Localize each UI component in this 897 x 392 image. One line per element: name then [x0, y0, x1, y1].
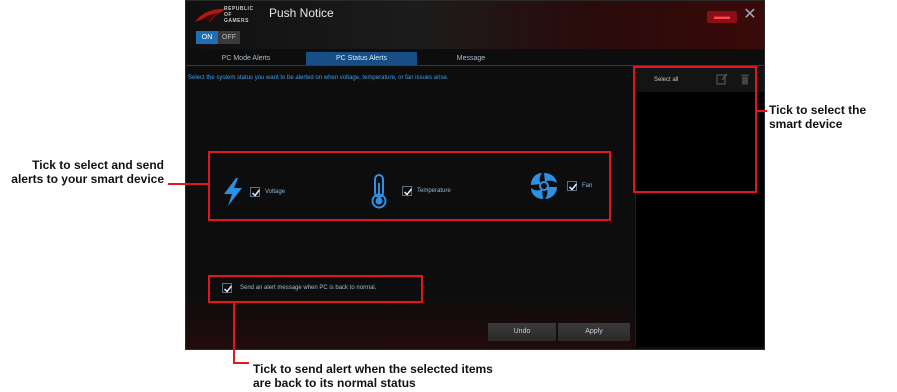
logo-line-2: GAMERS — [224, 18, 249, 24]
undo-button[interactable]: Undo — [488, 323, 556, 341]
instruction-text: Select the system status you want to be … — [188, 75, 449, 81]
close-button[interactable]: ✕ — [742, 7, 758, 23]
rog-logo-text: REPUBLIC OF GAMERS — [224, 6, 262, 24]
rog-badge-icon: ▬▬ — [707, 11, 737, 23]
right-callout-line — [757, 110, 767, 112]
tab-bar: PC Mode Alerts PC Status Alerts Message — [186, 52, 764, 65]
back-to-normal-highlight — [208, 275, 423, 303]
left-callout-text: Tick to select and send alerts to your s… — [11, 158, 164, 186]
logo-line-1: REPUBLIC OF — [224, 6, 254, 18]
tab-pc-status-alerts[interactable]: PC Status Alerts — [306, 52, 417, 65]
status-items-highlight — [208, 151, 611, 221]
tab-pc-mode-alerts[interactable]: PC Mode Alerts — [186, 52, 306, 65]
toggle-on[interactable]: ON — [196, 31, 218, 44]
rog-eye-icon — [195, 8, 227, 22]
title-bar: REPUBLIC OF GAMERS Push Notice ▬▬ ✕ ON O… — [186, 1, 764, 49]
bottom-callout-line-horizontal — [233, 362, 249, 364]
bottom-callout-line-vertical — [233, 303, 235, 364]
device-list-highlight — [633, 66, 757, 193]
bottom-callout-text: Tick to send alert when the selected ite… — [253, 362, 493, 390]
toggle-off[interactable]: OFF — [218, 31, 240, 44]
apply-button[interactable]: Apply — [558, 323, 630, 341]
app-title: Push Notice — [269, 6, 334, 20]
on-off-toggle[interactable]: ON OFF — [196, 31, 240, 44]
left-callout-line — [168, 183, 208, 185]
tab-message[interactable]: Message — [417, 52, 525, 65]
right-callout-text: Tick to select the smart device — [769, 103, 867, 131]
